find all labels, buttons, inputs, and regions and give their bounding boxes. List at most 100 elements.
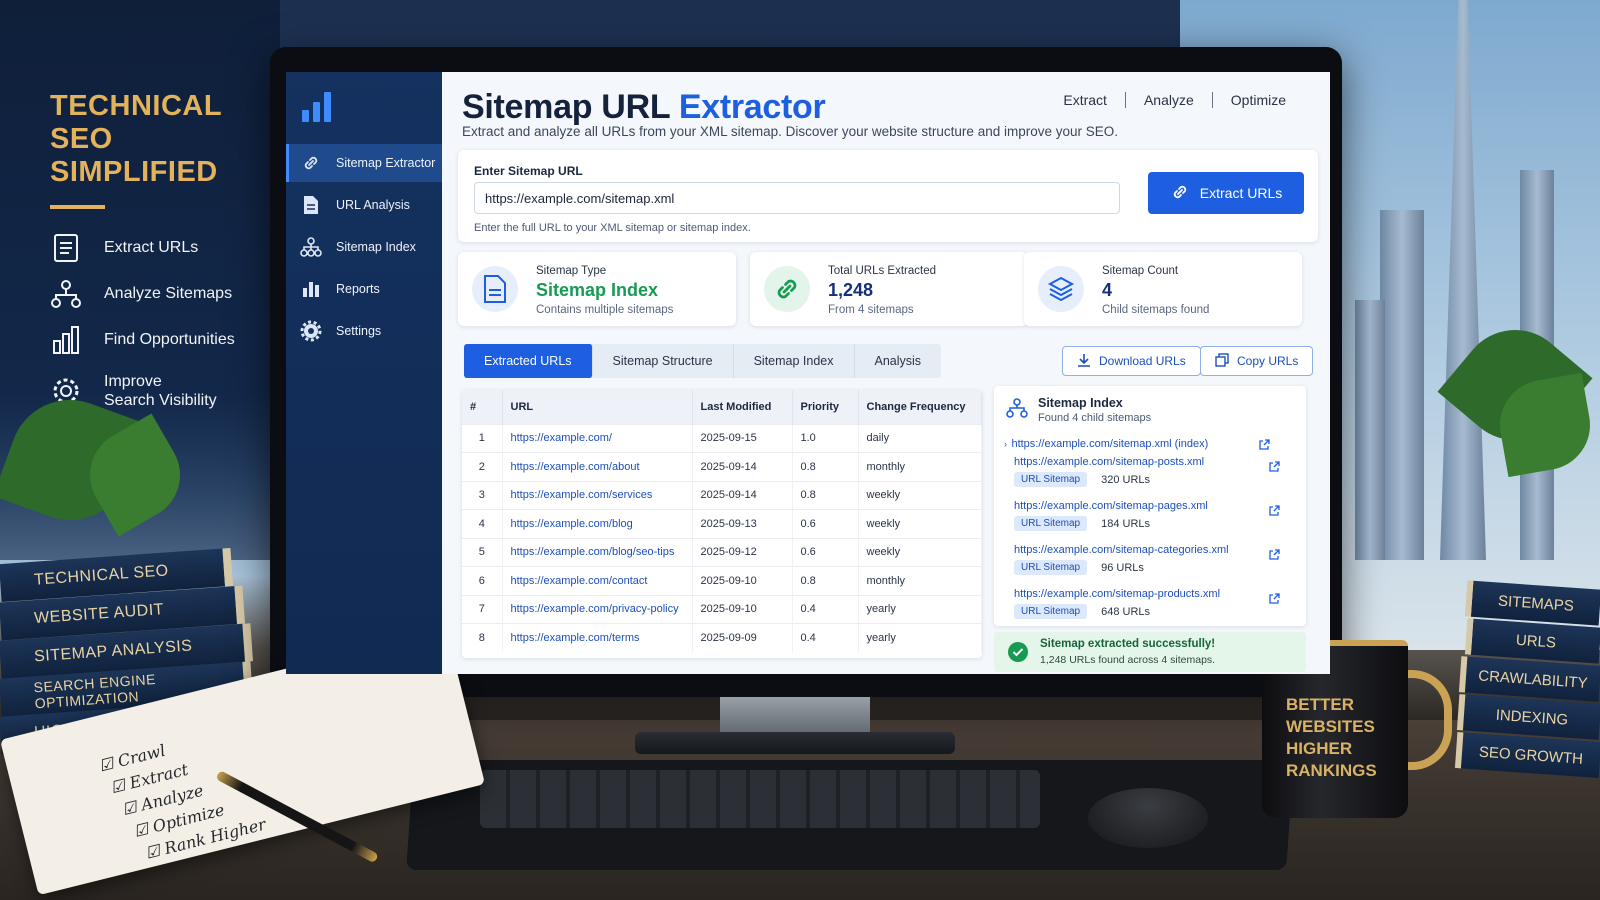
table-row[interactable]: 1 https://example.com/2025-09-15 1.0 daily <box>462 423 982 453</box>
cell-url[interactable]: https://example.com/ <box>502 423 693 453</box>
monitor-stand <box>720 697 870 737</box>
table-header-row: # URL Last Modified Priority Change Freq… <box>462 390 982 424</box>
sitemap-index-child[interactable]: https://example.com/sitemap-products.xml… <box>1014 588 1294 619</box>
sitemap-url-count: 320 URLs <box>1101 473 1151 486</box>
cell-number: 5 <box>462 537 503 567</box>
sitemap-index-root[interactable]: › https://example.com/sitemap.xml (index… <box>1004 434 1284 452</box>
cell-priority: 0.6 <box>792 509 859 538</box>
external-link-icon[interactable] <box>1258 438 1270 456</box>
gear-icon <box>300 320 322 342</box>
column-header-last-modified[interactable]: Last Modified <box>692 390 793 424</box>
table-row[interactable]: 6 https://example.com/contact 2025-09-10 0.… <box>462 566 982 595</box>
sitemap-type-badge: URL Sitemap <box>1014 604 1088 619</box>
book-title: INDEXING <box>1495 706 1569 729</box>
sidebar-item-label: URL Analysis <box>336 198 410 212</box>
extract-urls-button[interactable]: Extract URLs <box>1148 172 1304 214</box>
column-header-change-frequency[interactable]: Change Frequency <box>858 390 982 424</box>
external-link-icon[interactable] <box>1268 548 1280 566</box>
bar-chart-icon <box>50 324 82 356</box>
sitemap-child-link[interactable]: https://example.com/sitemap-products.xml <box>1014 588 1294 600</box>
sitemap-child-link[interactable]: https://example.com/sitemap-pages.xml <box>1014 500 1294 512</box>
cell-url[interactable]: https://example.com/contact <box>502 566 693 595</box>
column-header-number[interactable]: # <box>462 390 503 424</box>
nav-divider <box>1211 92 1213 108</box>
stat-subtext: Child sitemaps found <box>1102 304 1210 316</box>
sitemap-child-link[interactable]: https://example.com/sitemap-categories.x… <box>1014 544 1294 556</box>
cell-url[interactable]: https://example.com/about <box>502 452 693 481</box>
layers-icon <box>1038 266 1084 312</box>
copy-urls-label: Copy URLs <box>1237 354 1299 368</box>
copy-urls-button[interactable]: Copy URLs <box>1200 346 1314 376</box>
promo-item-label-line: Improve <box>104 373 162 390</box>
stat-label: Sitemap Count <box>1102 265 1179 277</box>
cell-last-modified: 2025-09-13 <box>692 509 793 538</box>
top-nav-analyze[interactable]: Analyze <box>1144 92 1194 108</box>
table-row[interactable]: 3 https://example.com/services 2025-09-14 0… <box>462 480 982 510</box>
sitemap-child-link[interactable]: https://example.com/sitemap-posts.xml <box>1014 456 1294 468</box>
page-title: Sitemap URL Extractor <box>462 88 826 127</box>
table-row[interactable]: 8 https://example.com/terms 2025-09-09 0.4 y… <box>462 623 982 652</box>
mug-text-line: BETTER <box>1286 695 1354 714</box>
tab-sitemap-index[interactable]: Sitemap Index <box>734 344 855 378</box>
sitemap-url-count: 648 URLs <box>1101 605 1151 618</box>
cell-change-frequency: weekly <box>858 480 982 510</box>
cell-last-modified: 2025-09-15 <box>692 423 793 453</box>
stat-sitemap-count: Sitemap Count 4 Child sitemaps found <box>1024 252 1302 326</box>
sitemap-url-count: 184 URLs <box>1101 517 1151 530</box>
sidebar-item-settings[interactable]: Settings <box>286 312 442 350</box>
cell-url[interactable]: https://example.com/terms <box>502 623 693 652</box>
cell-change-frequency: daily <box>858 423 982 453</box>
stat-label: Sitemap Type <box>536 265 607 277</box>
sitemap-index-child[interactable]: https://example.com/sitemap-pages.xml URL… <box>1014 500 1294 531</box>
sitemap-index-child[interactable]: https://example.com/sitemap-posts.xml URL… <box>1014 456 1294 487</box>
sitemap-index-root-link[interactable]: https://example.com/sitemap.xml (index) <box>1011 438 1208 450</box>
sidebar-item-sitemap-index[interactable]: Sitemap Index <box>286 228 442 266</box>
book-title: TECHNICAL SEO <box>33 562 170 589</box>
table-row[interactable]: 7 https://example.com/privacy-policy 2025-… <box>462 594 982 624</box>
cell-number: 3 <box>462 480 503 510</box>
promo-title-line: SEO <box>50 123 113 155</box>
column-header-priority[interactable]: Priority <box>792 390 859 424</box>
sidebar-item-url-analysis[interactable]: URL Analysis <box>286 186 442 224</box>
app-logo <box>302 90 331 122</box>
skyscraper <box>1380 210 1424 560</box>
promo-item-label: Find Opportunities <box>104 331 235 348</box>
sitemap-url-input[interactable] <box>474 182 1120 214</box>
cell-url[interactable]: https://example.com/blog/seo-tips <box>502 537 693 567</box>
download-urls-button[interactable]: Download URLs <box>1062 346 1201 376</box>
column-header-url[interactable]: URL <box>502 390 693 424</box>
table-row[interactable]: 4 https://example.com/blog 2025-09-13 0.6 we… <box>462 509 982 538</box>
tab-bar: Extracted URLs Sitemap Structure Sitemap… <box>464 344 942 378</box>
external-link-icon[interactable] <box>1268 460 1280 478</box>
sidebar-item-sitemap-extractor[interactable]: Sitemap Extractor <box>286 144 442 182</box>
cell-url[interactable]: https://example.com/privacy-policy <box>502 594 693 624</box>
tab-extracted-urls[interactable]: Extracted URLs <box>464 344 593 378</box>
logo-bar <box>313 102 320 122</box>
sitemap-tree-icon <box>50 278 82 310</box>
sitemap-url-hint: Enter the full URL to your XML sitemap o… <box>474 222 751 234</box>
cell-url[interactable]: https://example.com/services <box>502 480 693 510</box>
top-nav-extract[interactable]: Extract <box>1063 92 1107 108</box>
stat-subtext: From 4 sitemaps <box>828 304 914 316</box>
link-icon <box>1170 182 1190 205</box>
top-nav-optimize[interactable]: Optimize <box>1231 92 1286 108</box>
promo-item-label: Extract URLs <box>104 239 199 256</box>
external-link-icon[interactable] <box>1268 592 1280 610</box>
sitemap-index-child[interactable]: https://example.com/sitemap-categories.x… <box>1014 544 1294 575</box>
table-row[interactable]: 5 https://example.com/blog/seo-tips 2025-0… <box>462 537 982 567</box>
sidebar-item-reports[interactable]: Reports <box>286 270 442 308</box>
sitemap-child-meta: URL Sitemap 320 URLs <box>1014 472 1294 487</box>
sitemap-tree-icon <box>1006 398 1028 423</box>
cell-last-modified: 2025-09-10 <box>692 594 793 624</box>
tab-sitemap-structure[interactable]: Sitemap Structure <box>593 344 734 378</box>
tab-analysis[interactable]: Analysis <box>855 344 942 378</box>
external-link-icon[interactable] <box>1268 504 1280 522</box>
cell-last-modified: 2025-09-12 <box>692 537 793 567</box>
table-row[interactable]: 2 https://example.com/about 2025-09-14 0.8 m… <box>462 452 982 481</box>
sitemap-url-label: Enter Sitemap URL <box>474 164 583 178</box>
keyboard <box>480 770 1040 828</box>
cell-url[interactable]: https://example.com/blog <box>502 509 693 538</box>
sitemap-type-badge: URL Sitemap <box>1014 516 1088 531</box>
cell-last-modified: 2025-09-14 <box>692 480 793 510</box>
promo-item-analyze: Analyze Sitemaps <box>50 278 232 310</box>
